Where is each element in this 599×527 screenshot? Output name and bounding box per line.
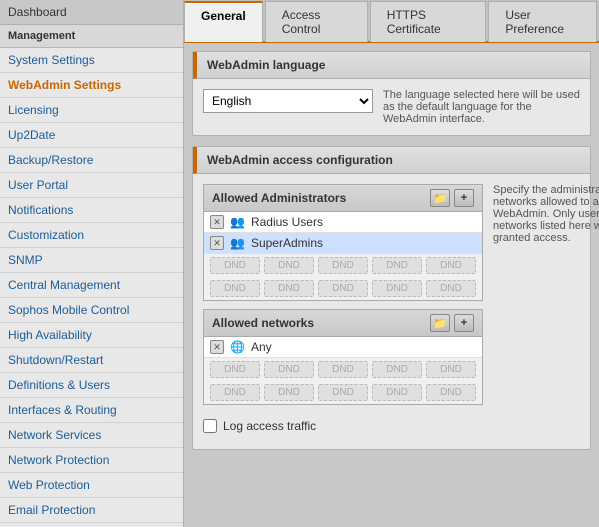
tab-user-preference[interactable]: User Preference — [488, 1, 597, 42]
allowed-admins-label: Allowed Administrators — [212, 191, 346, 205]
language-select-container: EnglishGermanFrenchSpanishItalian — [203, 89, 373, 125]
sidebar-item-email-protection[interactable]: Email Protection — [0, 498, 183, 523]
language-select[interactable]: EnglishGermanFrenchSpanishItalian — [203, 89, 373, 113]
content-area: WebAdmin language EnglishGermanFrenchSpa… — [184, 43, 599, 527]
dnd-cell: DND — [264, 280, 314, 297]
allowed-admins-header: Allowed Administrators 📁 + — [204, 185, 482, 212]
superadmins-icon: 👥 — [230, 236, 245, 250]
network-row-any: ✕ 🌐 Any — [204, 337, 482, 358]
sidebar-item-dashboard[interactable]: Dashboard — [0, 0, 183, 25]
admin-row-superadmins: ✕ 👥 SuperAdmins — [204, 233, 482, 254]
dnd-cell: DND — [210, 257, 260, 274]
dnd-cell: DND — [210, 384, 260, 401]
access-config-section: WebAdmin access configuration Allowed Ad… — [192, 146, 591, 450]
dnd-cell: DND — [318, 384, 368, 401]
sidebar-item-network-services[interactable]: Network Services — [0, 423, 183, 448]
allowed-networks-actions: 📁 + — [430, 314, 474, 332]
dnd-cell: DND — [372, 384, 422, 401]
dnd-cell: DND — [210, 280, 260, 297]
sidebar-item-interfaces-routing[interactable]: Interfaces & Routing — [0, 398, 183, 423]
tab-access-control[interactable]: Access Control — [265, 1, 368, 42]
dnd-cell: DND — [318, 361, 368, 378]
allowed-admins-panel: Allowed Administrators 📁 + ✕ 👥 Radius Us… — [203, 184, 483, 301]
sidebar-item-endpoint-protection[interactable]: Endpoint Protection — [0, 523, 183, 527]
dnd-cell: DND — [264, 384, 314, 401]
dnd-cell: DND — [210, 361, 260, 378]
dnd-cell: DND — [426, 361, 476, 378]
dnd-cell: DND — [318, 280, 368, 297]
sidebar-item-system-settings[interactable]: System Settings — [0, 48, 183, 73]
sidebar-item-high-availability[interactable]: High Availability — [0, 323, 183, 348]
tab-https-certificate[interactable]: HTTPS Certificate — [370, 1, 487, 42]
dnd-cell: DND — [264, 361, 314, 378]
main-content: GeneralAccess ControlHTTPS CertificateUs… — [184, 0, 599, 527]
sidebar-item-notifications[interactable]: Notifications — [0, 198, 183, 223]
networks-dnd-row-2: DND DND DND DND DND — [204, 381, 482, 404]
allowed-admins-actions: 📁 + — [430, 189, 474, 207]
language-section-body: EnglishGermanFrenchSpanishItalian The la… — [193, 79, 590, 135]
allowed-networks-header: Allowed networks 📁 + — [204, 310, 482, 337]
delete-any-btn[interactable]: ✕ — [210, 340, 224, 354]
access-config-description: Specify the administrators and networks … — [493, 184, 599, 439]
allowed-networks-add-btn[interactable]: + — [454, 314, 474, 332]
sidebar-item-snmp[interactable]: SNMP — [0, 248, 183, 273]
tab-bar: GeneralAccess ControlHTTPS CertificateUs… — [184, 0, 599, 43]
sidebar-item-webadmin-settings[interactable]: WebAdmin Settings — [0, 73, 183, 98]
sidebar-item-definitions-users[interactable]: Definitions & Users — [0, 373, 183, 398]
admins-dnd-row-2: DND DND DND DND DND — [204, 277, 482, 300]
any-network-label: Any — [251, 340, 272, 354]
sidebar-item-backup-restore[interactable]: Backup/Restore — [0, 148, 183, 173]
log-access-area: Log access traffic — [203, 413, 483, 439]
allowed-networks-panel: Allowed networks 📁 + ✕ 🌐 Any — [203, 309, 483, 405]
language-description: The language selected here will be used … — [383, 89, 580, 125]
allowed-admins-add-btn[interactable]: + — [454, 189, 474, 207]
sidebar-item-shutdown-restart[interactable]: Shutdown/Restart — [0, 348, 183, 373]
sidebar-item-sophos-mobile-control[interactable]: Sophos Mobile Control — [0, 298, 183, 323]
dnd-cell: DND — [372, 361, 422, 378]
allowed-admins-folder-btn[interactable]: 📁 — [430, 189, 450, 207]
sidebar-item-web-protection[interactable]: Web Protection — [0, 473, 183, 498]
sidebar-management-header: Management — [0, 25, 183, 48]
radius-users-label: Radius Users — [251, 215, 323, 229]
dnd-cell: DND — [264, 257, 314, 274]
sidebar-item-customization[interactable]: Customization — [0, 223, 183, 248]
sidebar-item-network-protection[interactable]: Network Protection — [0, 448, 183, 473]
log-access-label: Log access traffic — [223, 419, 316, 433]
access-config-header: WebAdmin access configuration — [193, 147, 590, 174]
dnd-cell: DND — [372, 257, 422, 274]
admin-row-radius: ✕ 👥 Radius Users — [204, 212, 482, 233]
admins-dnd-row-1: DND DND DND DND DND — [204, 254, 482, 277]
dnd-cell: DND — [426, 384, 476, 401]
log-access-checkbox[interactable] — [203, 419, 217, 433]
sidebar-item-up2date[interactable]: Up2Date — [0, 123, 183, 148]
any-network-icon: 🌐 — [230, 340, 245, 354]
dnd-cell: DND — [426, 257, 476, 274]
dnd-cell: DND — [372, 280, 422, 297]
language-section: WebAdmin language EnglishGermanFrenchSpa… — [192, 51, 591, 136]
allowed-networks-folder-btn[interactable]: 📁 — [430, 314, 450, 332]
delete-superadmins-btn[interactable]: ✕ — [210, 236, 224, 250]
dnd-cell: DND — [318, 257, 368, 274]
sidebar-item-central-management[interactable]: Central Management — [0, 273, 183, 298]
networks-dnd-row-1: DND DND DND DND DND — [204, 358, 482, 381]
delete-radius-btn[interactable]: ✕ — [210, 215, 224, 229]
dnd-cell: DND — [426, 280, 476, 297]
access-config-left: Allowed Administrators 📁 + ✕ 👥 Radius Us… — [203, 184, 483, 439]
radius-users-icon: 👥 — [230, 215, 245, 229]
superadmins-label: SuperAdmins — [251, 236, 323, 250]
allowed-networks-label: Allowed networks — [212, 316, 314, 330]
sidebar-item-licensing[interactable]: Licensing — [0, 98, 183, 123]
sidebar: Dashboard Management System SettingsWebA… — [0, 0, 184, 527]
sidebar-items: System SettingsWebAdmin SettingsLicensin… — [0, 48, 183, 527]
access-config-body: Allowed Administrators 📁 + ✕ 👥 Radius Us… — [193, 174, 590, 449]
language-section-header: WebAdmin language — [193, 52, 590, 79]
tab-general[interactable]: General — [184, 1, 263, 42]
sidebar-item-user-portal[interactable]: User Portal — [0, 173, 183, 198]
